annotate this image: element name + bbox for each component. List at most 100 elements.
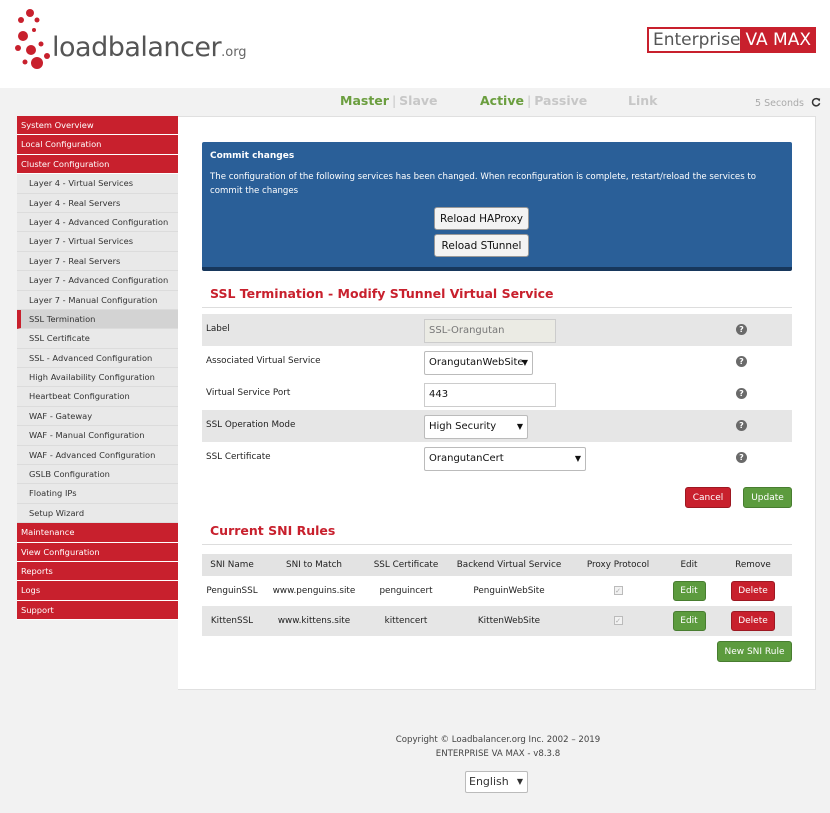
nav-cluster-configuration[interactable]: Cluster Configuration xyxy=(17,154,179,175)
associated-service-label: Associated Virtual Service xyxy=(206,356,321,366)
nav-reports[interactable]: Reports xyxy=(17,561,179,582)
nav-high-availability-configuration[interactable]: High Availability Configuration xyxy=(17,368,179,388)
proxy-protocol-checkbox: ✓ xyxy=(613,616,623,625)
nav-gslb-configuration[interactable]: GSLB Configuration xyxy=(17,465,179,485)
footer-version: ENTERPRISE VA MAX - v8.3.8 xyxy=(435,749,561,759)
column-header: SSL Certificate xyxy=(366,554,446,576)
logo-wordmark: loadbalancer.org xyxy=(52,32,247,63)
column-header: SNI to Match xyxy=(262,554,366,576)
chevron-down-icon: ▼ xyxy=(516,777,523,786)
help-icon[interactable]: ? xyxy=(736,420,747,431)
cancel-button[interactable]: Cancel xyxy=(685,487,731,508)
port-input[interactable]: 443 xyxy=(424,383,556,407)
new-sni-rule-button[interactable]: New SNI Rule xyxy=(717,641,792,662)
help-icon[interactable]: ? xyxy=(736,324,747,335)
nav-setup-wizard[interactable]: Setup Wizard xyxy=(17,503,179,524)
nav-layer4-advanced-configuration[interactable]: Layer 4 - Advanced Configuration xyxy=(17,212,179,233)
nav-ssl-advanced-configuration[interactable]: SSL - Advanced Configuration xyxy=(17,348,179,369)
status-bar: Master | Slave Active | Passive Link 5 Secon… xyxy=(0,88,830,116)
nav-layer4-virtual-services[interactable]: Layer 4 - Virtual Services xyxy=(17,174,179,194)
label-field-label: Label xyxy=(206,324,230,334)
sni-backend: KittenWebSite xyxy=(446,606,572,636)
edition-label: Enterprise xyxy=(653,30,741,50)
sidebar-nav: System Overview Local Configuration Clus… xyxy=(17,116,179,621)
table-row: KittenSSL www.kittens.site kittencert Ki… xyxy=(202,606,792,636)
table-header: SNI Name SNI to Match SSL Certificate Ba… xyxy=(202,554,792,576)
column-header: Proxy Protocol xyxy=(572,554,664,576)
sni-rules-table: SNI Name SNI to Match SSL Certificate Ba… xyxy=(202,554,792,636)
cluster-state-status: Active | Passive xyxy=(480,93,588,108)
nav-floating-ips[interactable]: Floating IPs xyxy=(17,484,179,504)
form-row-label: Label SSL-Orangutan ? xyxy=(202,314,792,346)
ssl-section-title: SSL Termination - Modify STunnel Virtual… xyxy=(202,286,792,308)
sni-section-title: Current SNI Rules xyxy=(202,523,792,545)
refresh-icon[interactable] xyxy=(811,97,821,107)
certificate-select[interactable]: OrangutanCert ▼ xyxy=(424,447,586,471)
nav-heartbeat-configuration[interactable]: Heartbeat Configuration xyxy=(17,387,179,407)
sni-name: KittenSSL xyxy=(202,606,262,636)
footer-copyright: Copyright © Loadbalancer.org Inc. 2002 –… xyxy=(395,735,601,745)
nav-support[interactable]: Support xyxy=(17,600,179,621)
help-icon[interactable]: ? xyxy=(736,388,747,399)
column-header: Remove xyxy=(714,554,792,576)
certificate-label: SSL Certificate xyxy=(206,452,271,462)
column-header: Backend Virtual Service xyxy=(446,554,572,576)
refresh-control[interactable]: 5 Seconds xyxy=(755,97,821,109)
help-icon[interactable]: ? xyxy=(736,356,747,367)
edition-badge: Enterprise VA MAX xyxy=(647,27,816,53)
sni-certificate: penguincert xyxy=(379,586,433,596)
nav-maintenance[interactable]: Maintenance xyxy=(17,523,179,543)
sni-match: www.kittens.site xyxy=(262,606,366,636)
nav-ssl-termination[interactable]: SSL Termination xyxy=(17,309,179,330)
nav-layer4-real-servers[interactable]: Layer 4 - Real Servers xyxy=(17,193,179,213)
delete-rule-button[interactable]: Delete xyxy=(731,581,775,601)
language-select[interactable]: English ▼ xyxy=(465,771,528,793)
header: loadbalancer.org Enterprise VA MAX xyxy=(0,0,830,88)
nav-view-configuration[interactable]: View Configuration xyxy=(17,542,179,562)
logo[interactable]: loadbalancer.org xyxy=(14,8,254,78)
nav-layer7-real-servers[interactable]: Layer 7 - Real Servers xyxy=(17,251,179,272)
reload-stunnel-button[interactable]: Reload STunnel xyxy=(434,234,529,257)
update-button[interactable]: Update xyxy=(743,487,792,508)
nav-system-overview[interactable]: System Overview xyxy=(17,116,179,136)
nav-waf-gateway[interactable]: WAF - Gateway xyxy=(17,406,179,427)
main-panel: Commit changes The configuration of the … xyxy=(178,116,816,690)
edit-rule-button[interactable]: Edit xyxy=(672,611,706,631)
associated-service-select[interactable]: OrangutanWebSite ▼ xyxy=(424,351,533,375)
form-row-port: Virtual Service Port 443 ? xyxy=(202,378,792,410)
status-master: Master xyxy=(340,93,389,108)
help-icon[interactable]: ? xyxy=(736,452,747,463)
port-label: Virtual Service Port xyxy=(206,388,291,398)
reload-haproxy-button[interactable]: Reload HAProxy xyxy=(434,207,529,230)
sni-certificate: kittencert xyxy=(366,606,446,636)
table-row: PenguinSSL www.penguins.site penguincert… xyxy=(202,576,792,606)
status-link: Link xyxy=(628,93,658,108)
refresh-interval: 5 Seconds xyxy=(755,98,804,109)
form-row-certificate: SSL Certificate OrangutanCert ▼ ? xyxy=(202,442,792,474)
nav-layer7-advanced-configuration[interactable]: Layer 7 - Advanced Configuration xyxy=(17,271,179,291)
nav-layer7-virtual-services[interactable]: Layer 7 - Virtual Services xyxy=(17,232,179,252)
column-header: Edit xyxy=(664,554,714,576)
label-input: SSL-Orangutan xyxy=(424,319,556,343)
form-row-associated-service: Associated Virtual Service OrangutanWebS… xyxy=(202,346,792,378)
nav-waf-advanced-configuration[interactable]: WAF - Advanced Configuration xyxy=(17,445,179,466)
column-header: SNI Name xyxy=(202,554,262,576)
operation-mode-label: SSL Operation Mode xyxy=(206,420,296,430)
status-passive: Passive xyxy=(534,93,588,108)
nav-layer7-manual-configuration[interactable]: Layer 7 - Manual Configuration xyxy=(17,290,179,310)
sni-backend: PenguinWebSite xyxy=(473,586,545,596)
nav-logs[interactable]: Logs xyxy=(17,581,179,601)
nav-ssl-certificate[interactable]: SSL Certificate xyxy=(17,329,179,349)
delete-rule-button[interactable]: Delete xyxy=(731,611,775,631)
operation-mode-select[interactable]: High Security ▼ xyxy=(424,415,528,439)
nav-waf-manual-configuration[interactable]: WAF - Manual Configuration xyxy=(17,426,179,446)
status-active: Active xyxy=(480,93,524,108)
sni-name: PenguinSSL xyxy=(206,586,258,596)
chevron-down-icon: ▼ xyxy=(521,358,528,367)
nav-local-configuration[interactable]: Local Configuration xyxy=(17,135,179,155)
chevron-down-icon: ▼ xyxy=(516,422,523,431)
edit-rule-button[interactable]: Edit xyxy=(672,581,706,601)
chevron-down-icon: ▼ xyxy=(574,454,581,463)
logo-dots-icon xyxy=(15,9,50,69)
status-slave: Slave xyxy=(399,93,438,108)
